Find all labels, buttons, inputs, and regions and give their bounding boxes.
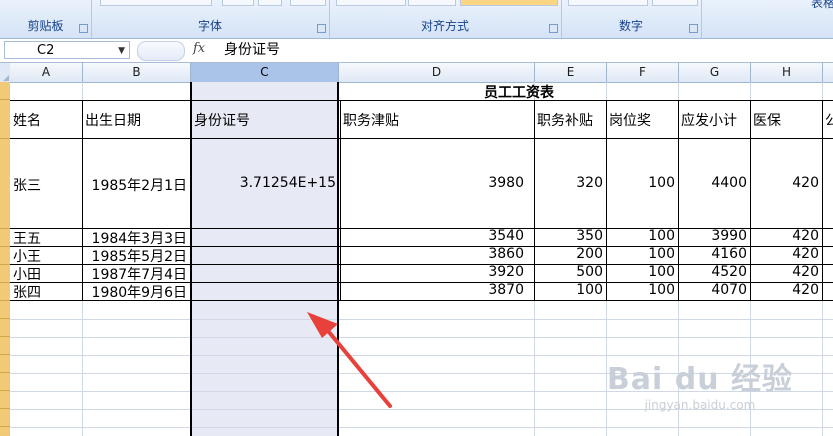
watermark-brand: Bai du 经验 [606, 362, 793, 397]
watermark-logo: Bai du 经验 jingyan.baidu.com [607, 354, 793, 412]
watermark-url: jingyan.baidu.com [644, 398, 756, 412]
